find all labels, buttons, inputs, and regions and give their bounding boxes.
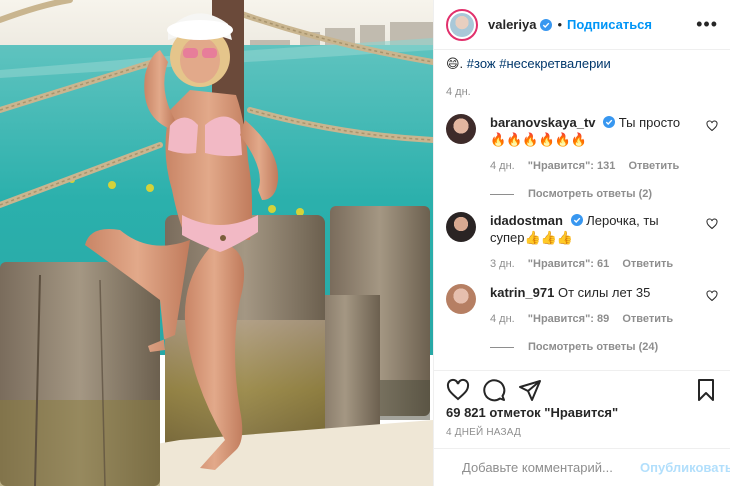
comment-likes[interactable]: "Нравится": 131 (528, 160, 616, 172)
post-date[interactable]: 4 ДНЕЙ НАЗАД (446, 427, 521, 438)
commenter-avatar[interactable] (446, 212, 476, 242)
comment-meta: 4 дн. "Нравится": 131 Ответить (490, 160, 718, 172)
comment-time: 4 дн. (490, 313, 515, 325)
more-horizontal-icon[interactable]: ••• (696, 14, 718, 35)
comment-time: 4 дн. (490, 160, 515, 172)
comment-item: idadostman Лерочка, ты супер👍👍👍 3 дн. "Н… (446, 212, 718, 270)
comment-likes[interactable]: "Нравится": 61 (528, 258, 609, 270)
comment-item: katrin_971 От силы лет 35 4 дн. "Нравитс… (446, 284, 718, 353)
instagram-post: valeriya • Подписаться ••• 😄. #зож #несе… (0, 0, 730, 486)
comment-text-block: katrin_971 От силы лет 35 (490, 284, 692, 301)
comment-username[interactable]: idadostman (490, 213, 563, 228)
view-replies-label: Посмотреть ответы (24) (528, 341, 659, 353)
follow-button[interactable]: Подписаться (567, 17, 652, 32)
comment-text-block: idadostman Лерочка, ты супер👍👍👍 (490, 212, 692, 246)
caption-time: 4 дн. (446, 86, 471, 98)
caption-hashtags[interactable]: #зож #несекретвалерии (467, 56, 611, 71)
photo-illustration (0, 0, 433, 486)
reply-button[interactable]: Ответить (622, 258, 673, 270)
comment-heart-icon[interactable] (706, 290, 718, 302)
paper-plane-icon[interactable] (518, 378, 542, 402)
author-avatar[interactable] (446, 8, 478, 41)
post-photo[interactable] (0, 0, 433, 486)
comment-heart-icon[interactable] (706, 120, 718, 132)
verified-badge-icon (603, 116, 616, 128)
likes-count[interactable]: 69 821 отметок "Нравится" (446, 405, 618, 420)
reply-button[interactable]: Ответить (622, 313, 673, 325)
header-separator: • (557, 17, 562, 32)
replies-divider (490, 193, 514, 195)
verified-badge-icon (570, 214, 583, 226)
post-header: valeriya • Подписаться ••• (434, 0, 730, 50)
post-actions-bar (434, 370, 730, 408)
comment-heart-icon[interactable] (706, 218, 718, 230)
commenter-avatar[interactable] (446, 114, 476, 144)
comment-username[interactable]: katrin_971 (490, 285, 554, 300)
post-side-panel: valeriya • Подписаться ••• 😄. #зож #несе… (433, 0, 730, 486)
view-replies-button[interactable]: Посмотреть ответы (2) (490, 188, 718, 200)
view-replies-button[interactable]: Посмотреть ответы (24) (490, 341, 718, 353)
bookmark-icon[interactable] (694, 378, 718, 402)
caption: 😄. #зож #несекретвалерии (446, 56, 718, 72)
comment-input[interactable] (460, 459, 640, 476)
verified-badge-icon (540, 18, 553, 31)
comment-meta: 3 дн. "Нравится": 61 Ответить (490, 258, 718, 270)
comment-item: baranovskaya_tv Ты просто 🔥🔥🔥🔥🔥🔥 4 дн. "… (446, 114, 718, 200)
reply-button[interactable]: Ответить (628, 160, 679, 172)
comment-text-block: baranovskaya_tv Ты просто 🔥🔥🔥🔥🔥🔥 (490, 114, 692, 148)
comments-list[interactable]: 😄. #зож #несекретвалерии 4 дн. baranovsk… (434, 50, 730, 370)
publish-button[interactable]: Опубликовать (640, 460, 730, 475)
comment-username[interactable]: baranovskaya_tv (490, 115, 596, 130)
comment-time: 3 дн. (490, 258, 515, 270)
comment-meta: 4 дн. "Нравится": 89 Ответить (490, 313, 718, 325)
comment-likes[interactable]: "Нравится": 89 (528, 313, 609, 325)
author-username[interactable]: valeriya (488, 17, 536, 32)
replies-divider (490, 346, 514, 348)
comment-bubble-icon[interactable] (482, 378, 506, 402)
add-comment-bar: Опубликовать (434, 448, 730, 486)
comment-text: От силы лет 35 (557, 285, 651, 300)
commenter-avatar[interactable] (446, 284, 476, 314)
caption-text: 😄. (446, 56, 467, 71)
heart-icon[interactable] (446, 378, 470, 402)
view-replies-label: Посмотреть ответы (2) (528, 188, 653, 200)
